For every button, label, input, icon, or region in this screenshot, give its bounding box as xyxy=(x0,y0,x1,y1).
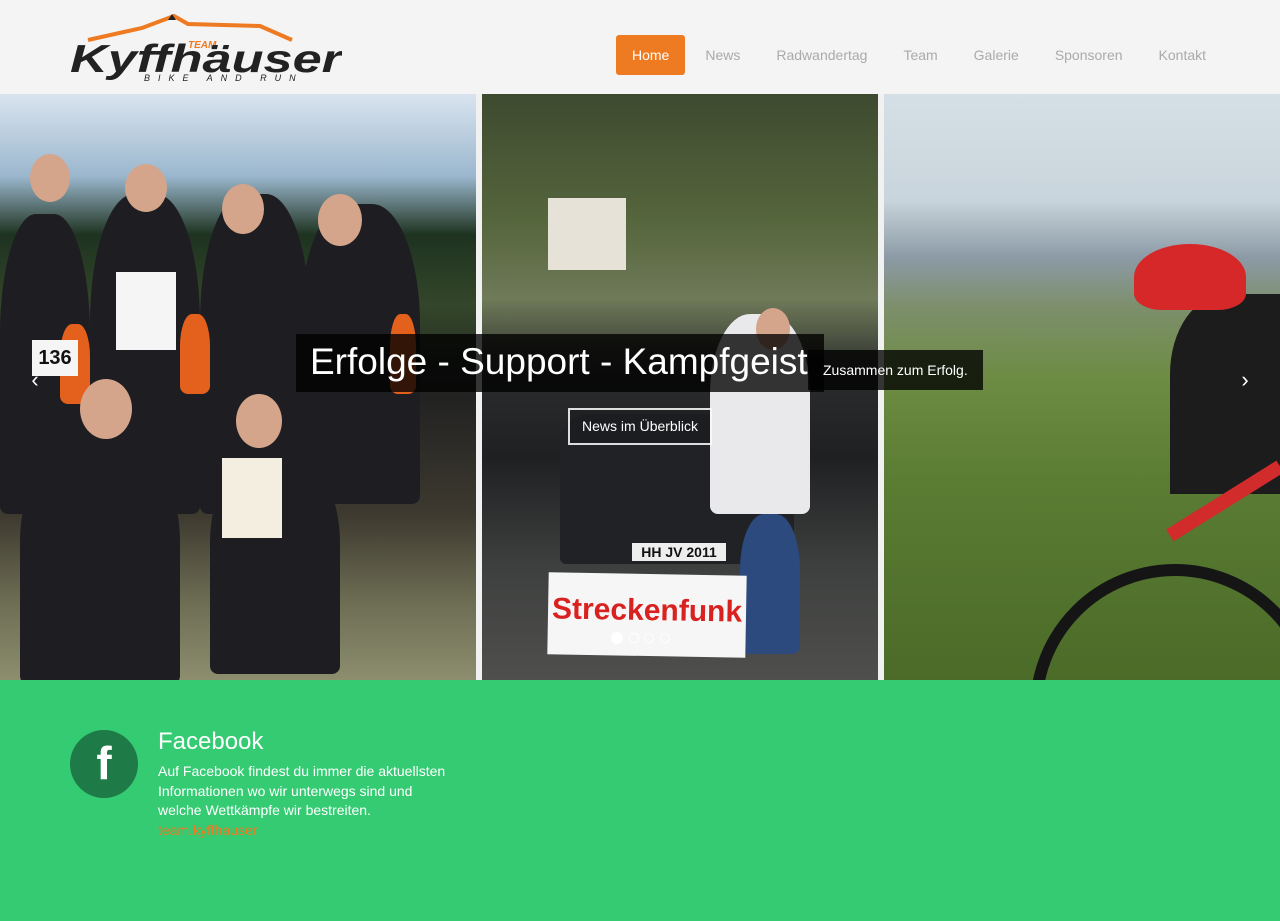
cyclist-helmet xyxy=(1134,244,1246,310)
slider-dot-4[interactable] xyxy=(659,633,670,643)
nav-item-team[interactable]: Team xyxy=(887,35,953,75)
nav-item-galerie[interactable]: Galerie xyxy=(958,35,1035,75)
nav-item-home[interactable]: Home xyxy=(616,35,686,75)
slider-caption-title: Erfolge - Support - Kampfgeist xyxy=(296,334,824,392)
sign-text: Streckenfunk xyxy=(551,592,743,629)
facebook-glyph: f xyxy=(96,737,112,789)
slider-pagination xyxy=(611,632,675,644)
license-plate: HH JV 2011 xyxy=(632,543,726,561)
hero-slider: 136 HH JV 2011 Streckenfunk Erfolge - Su… xyxy=(0,94,1280,680)
nav-item-kontakt[interactable]: Kontakt xyxy=(1143,35,1222,75)
info-board xyxy=(548,198,626,270)
site-header: TEAM Kyffhäuser BIKE AND RUN Home News R… xyxy=(0,0,1280,94)
slider-prev-arrow-icon[interactable]: ‹ xyxy=(24,366,46,394)
social-section: f Facebook Auf Facebook findest du immer… xyxy=(0,680,1280,921)
streckenfunk-sign: Streckenfunk xyxy=(547,572,747,658)
slider-dot-3[interactable] xyxy=(644,633,654,643)
nav-item-news[interactable]: News xyxy=(689,35,756,75)
team-kyffhauser-logo[interactable]: TEAM Kyffhäuser BIKE AND RUN xyxy=(70,14,342,82)
slider-dot-1[interactable] xyxy=(611,632,623,644)
facebook-icon[interactable]: f xyxy=(70,730,138,798)
cyclist-figure xyxy=(1170,294,1280,494)
facebook-description: Auf Facebook findest du immer die aktuel… xyxy=(158,763,446,818)
facebook-heading: Facebook xyxy=(158,728,264,755)
person-jeans xyxy=(740,514,800,654)
slider-caption-subtitle: Zusammen zum Erfolg. xyxy=(808,350,983,390)
slider-dot-2[interactable] xyxy=(628,633,639,643)
nav-item-radwandertag[interactable]: Radwandertag xyxy=(760,35,883,75)
slider-next-arrow-icon[interactable]: › xyxy=(1234,366,1256,394)
main-navigation: Home News Radwandertag Team Galerie Spon… xyxy=(616,35,1226,75)
logo-sub-text: BIKE AND RUN xyxy=(144,73,304,82)
nav-item-sponsoren[interactable]: Sponsoren xyxy=(1039,35,1139,75)
news-overview-button[interactable]: News im Überblick xyxy=(568,408,712,445)
facebook-page-link[interactable]: team.kyffhauser xyxy=(158,822,257,838)
